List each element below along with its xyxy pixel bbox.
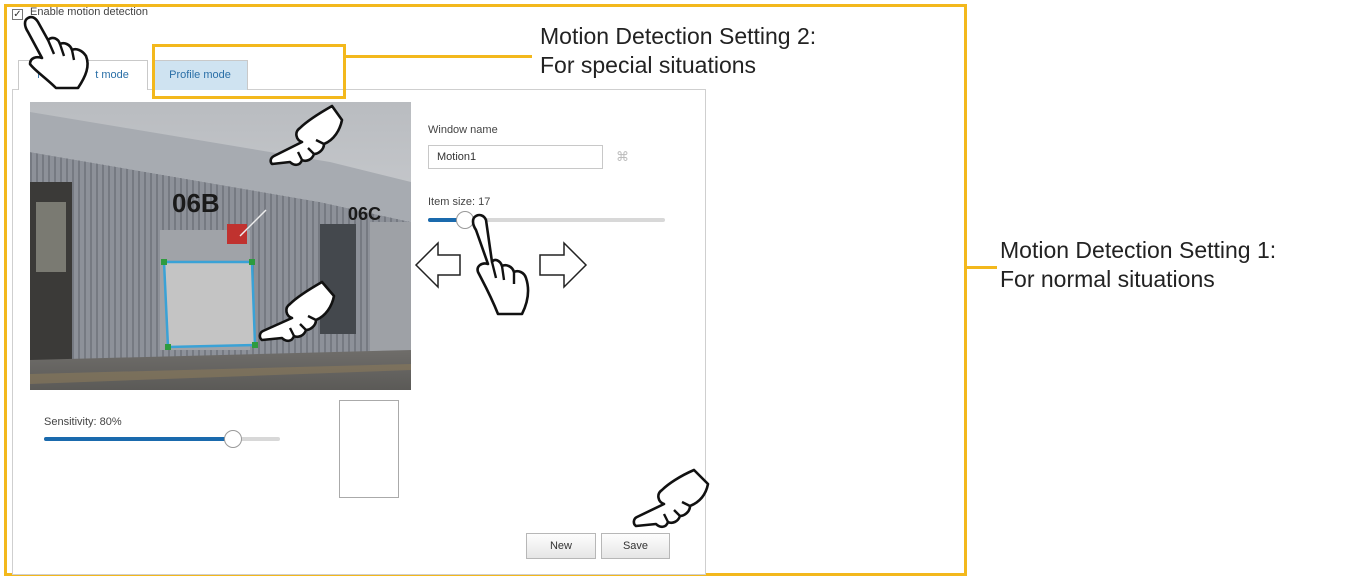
building-label-06c: 06C: [348, 204, 381, 224]
arrow-left-icon: [414, 241, 461, 289]
camera-live-view[interactable]: 06B 06C: [30, 102, 411, 390]
hand-pointer-icon: [258, 280, 336, 343]
window-name-input[interactable]: Motion1: [428, 145, 603, 169]
hand-pointer-icon: [269, 104, 344, 167]
setting1-callout-line2: For normal situations: [1000, 266, 1215, 292]
sensitivity-slider-fill: [44, 437, 233, 441]
arrow-right-icon: [539, 241, 588, 289]
clear-icon[interactable]: ⌘: [616, 150, 630, 164]
building-label-06b: 06B: [172, 188, 220, 218]
hand-pointer-icon: [632, 468, 710, 529]
camera-scene: 06B 06C: [30, 102, 411, 390]
setting2-callout-line1: Motion Detection Setting 2:: [540, 23, 817, 49]
setting2-highlight-frame: [152, 44, 346, 99]
setting2-callout-line: [346, 55, 532, 58]
motion-level-indicator: [339, 400, 399, 498]
sensitivity-slider-thumb[interactable]: [224, 430, 242, 448]
motion-window-small[interactable]: [227, 224, 247, 244]
hand-pointer-icon: [471, 213, 530, 316]
hand-pointer-icon: [23, 15, 89, 90]
setting1-callout: Motion Detection Setting 1: For normal s…: [1000, 236, 1276, 294]
setting1-callout-line: [967, 266, 997, 269]
setting1-callout-line1: Motion Detection Setting 1:: [1000, 237, 1277, 263]
motion-window-main[interactable]: [162, 260, 257, 349]
setting2-callout-line2: For special situations: [540, 52, 757, 78]
sensitivity-label: Sensitivity: 80%: [44, 416, 122, 428]
item-size-label: Item size: 17: [428, 196, 491, 208]
resize-handle-top-right[interactable]: [249, 259, 255, 265]
resize-handle-top-left[interactable]: [161, 259, 167, 265]
resize-handle-bottom-left[interactable]: [165, 344, 171, 350]
save-button[interactable]: Save: [601, 533, 670, 559]
window-name-label: Window name: [428, 124, 498, 136]
new-button[interactable]: New: [526, 533, 596, 559]
setting2-callout: Motion Detection Setting 2: For special …: [540, 22, 816, 80]
tab-normal-mode-label-suffix: t mode: [95, 69, 129, 81]
